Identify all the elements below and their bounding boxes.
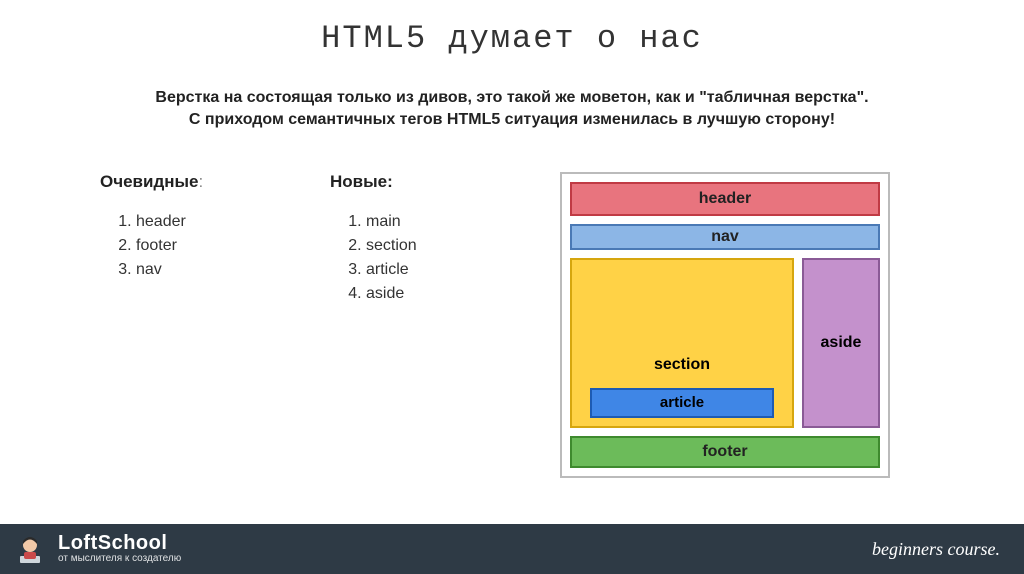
subtitle-line1: Верстка на состоящая только из дивов, эт… — [155, 89, 868, 106]
diagram-header-box: header — [570, 182, 880, 216]
list-item: footer — [136, 234, 330, 258]
diagram-footer-box: footer — [570, 436, 880, 468]
slide-title: HTML5 думает о нас — [0, 0, 1024, 57]
course-label: beginners course. — [872, 539, 1000, 560]
new-heading: Новые: — [330, 172, 560, 192]
footer-bar: LoftSchool от мыслителя к создателю begi… — [0, 524, 1024, 574]
list-item: main — [366, 210, 560, 234]
list-item: aside — [366, 282, 560, 306]
brand-tagline: от мыслителя к создателю — [58, 554, 181, 565]
brand-name: LoftSchool — [58, 533, 181, 554]
obvious-heading-text: Очевидные — [100, 172, 198, 191]
diagram-aside-box: aside — [802, 258, 880, 428]
obvious-colon: : — [198, 172, 203, 191]
new-column: Новые: main section article aside — [330, 172, 560, 306]
obvious-column: Очевидные: header footer nav — [100, 172, 330, 282]
diagram-article-box: article — [590, 388, 774, 418]
slide-subtitle: Верстка на состоящая только из дивов, эт… — [0, 87, 1024, 132]
diagram-middle-row: section article aside — [570, 258, 880, 428]
obvious-list: header footer nav — [136, 210, 330, 282]
diagram-section-box: section article — [570, 258, 794, 428]
new-list: main section article aside — [366, 210, 560, 306]
brand-block: LoftSchool от мыслителя к создателю — [58, 533, 181, 565]
diagram-nav-box: nav — [570, 224, 880, 250]
subtitle-line2: С приходом семантичных тегов HTML5 ситуа… — [189, 111, 835, 128]
obvious-heading: Очевидные: — [100, 172, 330, 192]
list-item: nav — [136, 258, 330, 282]
list-item: header — [136, 210, 330, 234]
list-item: article — [366, 258, 560, 282]
list-item: section — [366, 234, 560, 258]
content-row: Очевидные: header footer nav Новые: main… — [0, 172, 1024, 478]
avatar-icon — [14, 533, 46, 565]
layout-diagram: header nav section article aside footer — [560, 172, 890, 478]
diagram-section-label: section — [654, 356, 710, 374]
